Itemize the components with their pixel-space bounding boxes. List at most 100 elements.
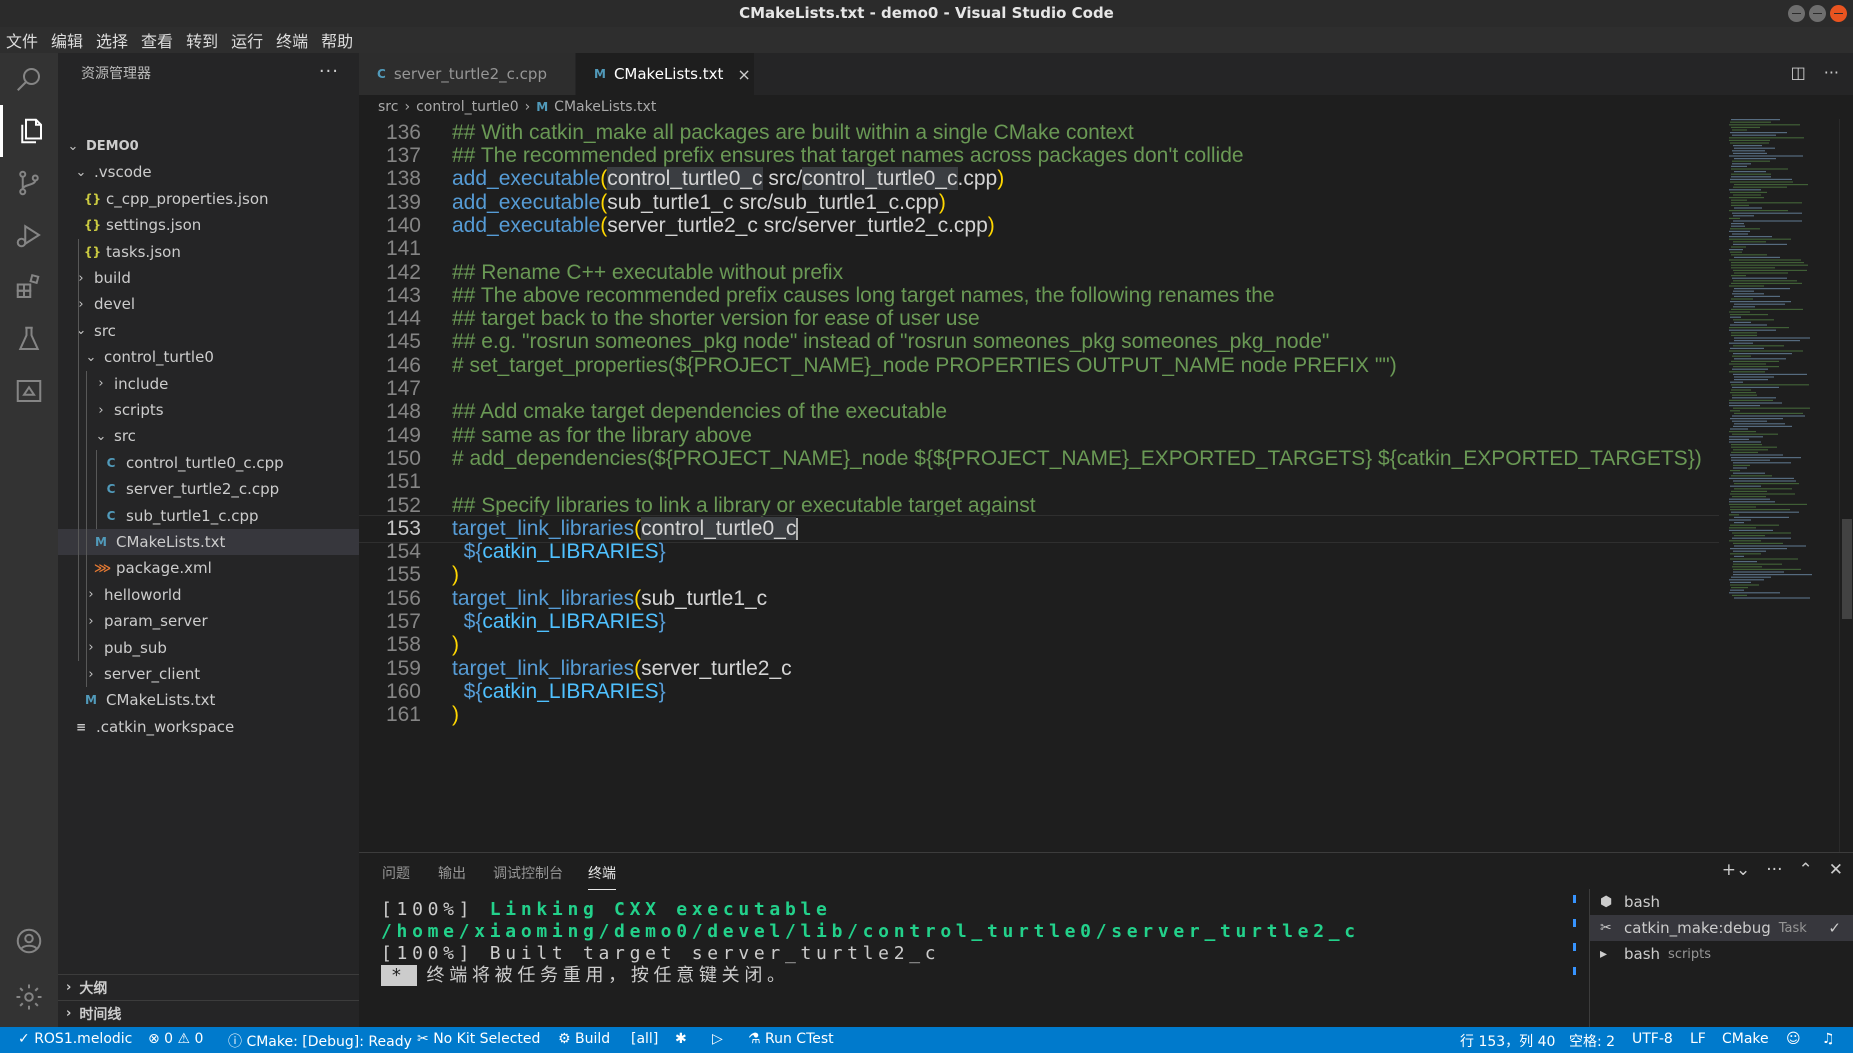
close-icon[interactable]: ×: [737, 65, 750, 84]
status-position[interactable]: 行 153，列 40: [1460, 1031, 1555, 1051]
tree-file[interactable]: ≡ .catkin_workspace: [58, 714, 359, 740]
tree-folder[interactable]: › helloworld: [58, 582, 359, 608]
status-encoding[interactable]: UTF-8: [1632, 1031, 1673, 1047]
maximize-panel-icon[interactable]: ⌃: [1799, 860, 1813, 880]
close-window-button[interactable]: [1830, 5, 1847, 22]
tree-file[interactable]: {} settings.json: [58, 212, 359, 238]
tree-file[interactable]: Csub_turtle1_c.cpp: [58, 503, 359, 529]
testing-icon[interactable]: [0, 313, 58, 365]
run-debug-icon[interactable]: [0, 209, 58, 261]
minimap-line: [1734, 288, 1790, 290]
tree-folder[interactable]: ⌄ src: [58, 423, 359, 449]
split-editor-icon[interactable]: ◫: [1791, 63, 1806, 82]
minimap-line: [1730, 509, 1790, 511]
more-actions-icon[interactable]: ···: [1824, 63, 1839, 82]
minimap-line: [1731, 384, 1809, 386]
terminal-output[interactable]: [100%] Linking CXX executable /home/xiao…: [381, 899, 1391, 987]
status-kit[interactable]: ✂ No Kit Selected: [417, 1031, 540, 1047]
terminal-item-catkin-make[interactable]: ✂ catkin_make:debug Task ✓: [1590, 915, 1853, 941]
code-line[interactable]: 161): [359, 702, 1719, 730]
minimap-line: [1732, 233, 1748, 235]
minimap-line: [1731, 225, 1745, 227]
account-icon[interactable]: [0, 915, 58, 967]
tree-folder[interactable]: › build: [58, 265, 359, 291]
tree-folder[interactable]: › pub_sub: [58, 635, 359, 661]
menu-selection[interactable]: 选择: [96, 28, 128, 52]
remote-explorer-icon[interactable]: [0, 365, 58, 417]
tree-root[interactable]: ⌄ DEMO0: [58, 133, 359, 159]
status-problems[interactable]: ⊗ 0 ⚠ 0: [148, 1031, 203, 1047]
maximize-button[interactable]: [1809, 5, 1826, 22]
scrollbar-thumb[interactable]: [1842, 519, 1852, 619]
minimap-line: [1731, 262, 1804, 264]
bottom-panel: 问题 输出 调试控制台 终端 +⌄ ··· ⌃ ✕ [100%] Linking…: [359, 852, 1853, 1028]
menu-go[interactable]: 转到: [186, 28, 218, 52]
more-actions-icon[interactable]: ···: [319, 61, 339, 82]
more-actions-icon[interactable]: ···: [1766, 860, 1782, 880]
status-language[interactable]: CMake: [1722, 1031, 1769, 1047]
close-panel-icon[interactable]: ✕: [1829, 860, 1843, 880]
menu-file[interactable]: 文件: [6, 28, 38, 52]
status-target[interactable]: [all]: [631, 1031, 658, 1047]
tab-output[interactable]: 输出: [438, 863, 466, 883]
files-icon[interactable]: [0, 105, 58, 157]
tab-terminal[interactable]: 终端: [588, 863, 616, 890]
tree-file[interactable]: M CMakeLists.txt: [58, 687, 359, 713]
terminal-item-bash-scripts[interactable]: ▸ bash scripts: [1590, 941, 1853, 967]
extensions-icon[interactable]: [0, 261, 58, 313]
status-ctest[interactable]: ⚗ Run CTest: [748, 1031, 834, 1047]
search-icon[interactable]: [0, 53, 58, 105]
breadcrumb-file[interactable]: CMakeLists.txt: [554, 99, 656, 115]
tab-debug-console[interactable]: 调试控制台: [493, 863, 563, 883]
source-control-icon[interactable]: [0, 157, 58, 209]
status-cmake[interactable]: ⓘ CMake: [Debug]: Ready: [228, 1031, 412, 1051]
settings-gear-icon[interactable]: [0, 971, 58, 1023]
minimap-line: [1733, 280, 1797, 282]
editor-scrollbar[interactable]: [1839, 119, 1853, 852]
tree-file[interactable]: {} tasks.json: [58, 239, 359, 265]
menu-view[interactable]: 查看: [141, 28, 173, 52]
minimap[interactable]: [1719, 119, 1829, 852]
tree-file[interactable]: ⋙ package.xml: [58, 555, 359, 581]
menu-terminal[interactable]: 终端: [276, 28, 308, 52]
tree-folder[interactable]: ⌄ src: [58, 318, 359, 344]
tree-file[interactable]: Ccontrol_turtle0_c.cpp: [58, 450, 359, 476]
tree-file[interactable]: M CMakeLists.txt: [58, 529, 359, 555]
menu-run[interactable]: 运行: [231, 28, 263, 52]
cmake-file-icon: M: [95, 535, 107, 549]
debug-icon[interactable]: ✱: [675, 1031, 687, 1047]
tree-file[interactable]: Cserver_turtle2_c.cpp: [58, 476, 359, 502]
notifications-icon[interactable]: ♫: [1822, 1031, 1835, 1047]
line-number: 155: [385, 563, 421, 587]
tree-folder[interactable]: › param_server: [58, 608, 359, 634]
tree-folder[interactable]: › devel: [58, 291, 359, 317]
menu-edit[interactable]: 编辑: [51, 28, 83, 52]
tab-cmakelists[interactable]: M CMakeLists.txt ×: [576, 53, 754, 95]
status-ros[interactable]: ✓ ROS1.melodic: [18, 1031, 132, 1047]
terminal-item-bash[interactable]: ⬢ bash: [1590, 889, 1853, 915]
tree-folder[interactable]: › server_client: [58, 661, 359, 687]
menu-help[interactable]: 帮助: [321, 28, 353, 52]
feedback-icon[interactable]: ☺: [1786, 1031, 1801, 1047]
timeline-section[interactable]: › 时间线: [58, 1000, 359, 1026]
tree-folder[interactable]: › scripts: [58, 397, 359, 423]
new-terminal-icon[interactable]: +⌄: [1722, 860, 1751, 880]
status-build[interactable]: ⚙ Build: [558, 1031, 610, 1047]
minimap-line: [1734, 158, 1776, 160]
run-icon[interactable]: ▷: [712, 1031, 723, 1047]
code-editor[interactable]: 136 ## With catkin_make all packages are …: [359, 119, 1853, 852]
status-indent[interactable]: 空格: 2: [1569, 1031, 1615, 1051]
code-text: ## e.g. "rosrun someones_pkg node" inste…: [452, 330, 1330, 354]
tree-folder[interactable]: ⌄ control_turtle0: [58, 344, 359, 370]
tree-folder[interactable]: › include: [58, 371, 359, 397]
tree-file[interactable]: {} c_cpp_properties.json: [58, 186, 359, 212]
tab-server-turtle2-cpp[interactable]: C server_turtle2_c.cpp: [359, 53, 575, 95]
outline-section[interactable]: › 大纲: [58, 974, 359, 1000]
tree-folder[interactable]: ⌄ .vscode: [58, 159, 359, 185]
minimize-button[interactable]: [1788, 5, 1805, 22]
status-eol[interactable]: LF: [1690, 1031, 1706, 1047]
breadcrumb-src[interactable]: src: [378, 99, 398, 115]
minimap-line: [1734, 555, 1744, 557]
breadcrumb-control-turtle0[interactable]: control_turtle0: [416, 99, 519, 115]
tab-problems[interactable]: 问题: [382, 863, 410, 883]
